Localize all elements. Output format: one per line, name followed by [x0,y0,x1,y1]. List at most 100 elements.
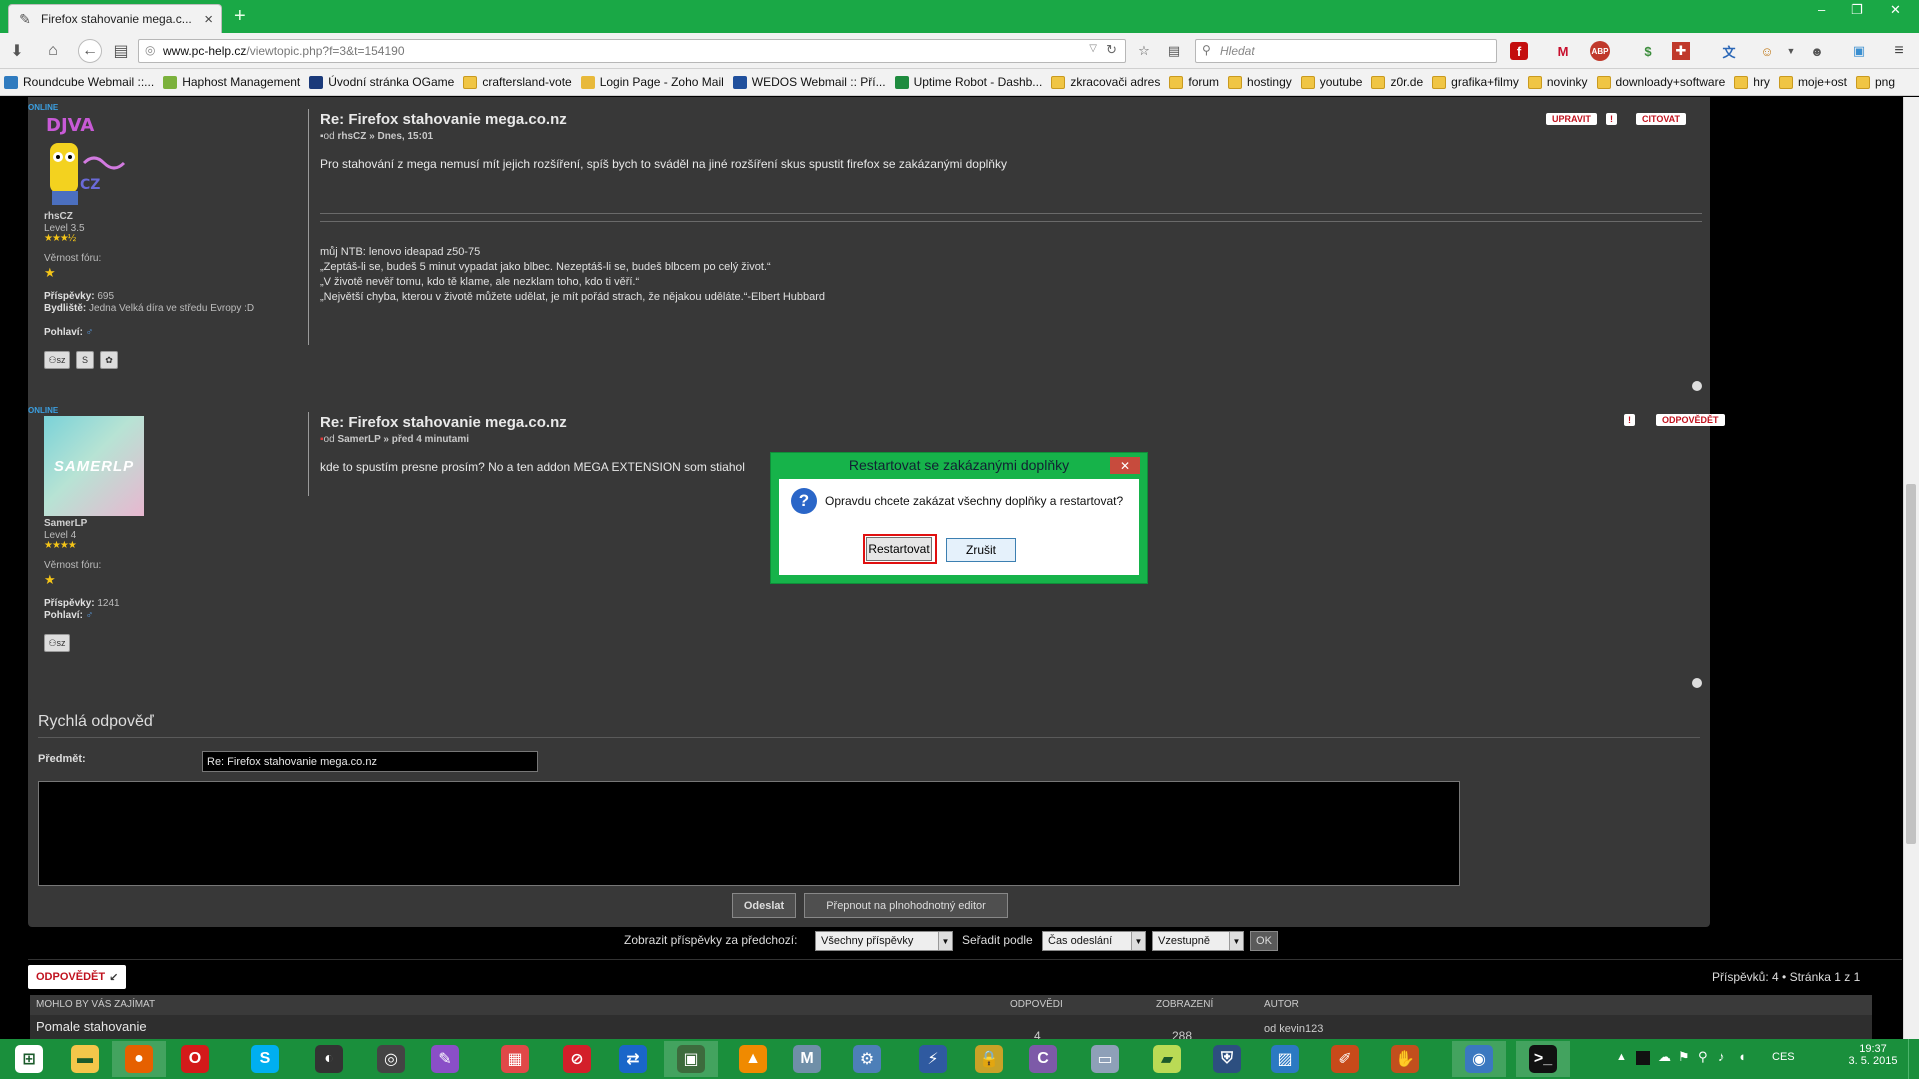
post-title[interactable]: Re: Firefox stahovanie mega.co.nz [320,414,567,431]
reply-topic-button[interactable]: ODPOVĚDĚT ↙ [28,965,127,989]
notification-addon-icon[interactable]: ▣ [1848,40,1870,62]
tray-network-icon[interactable]: ⚲ [1698,1049,1708,1065]
taskbar-app-button[interactable]: ◎ [364,1041,418,1077]
taskbar-app-button[interactable]: ✋ [1378,1041,1432,1077]
report-button[interactable]: ! [1624,414,1635,426]
taskbar-app-button[interactable]: O [168,1041,222,1077]
reader-list-icon[interactable]: ▤ [1163,40,1185,62]
taskbar-app-button[interactable]: ◐ [302,1041,356,1077]
bookmark-item[interactable]: png [1855,75,1895,89]
send-button[interactable]: Odeslat [732,893,796,918]
taskbar-app-button[interactable]: ▭ [1078,1041,1132,1077]
taskbar-app-button[interactable]: ⇄ [606,1041,660,1077]
download-icon[interactable]: ⬇ [4,39,30,63]
search-bar[interactable]: ⚲ Hledat [1195,39,1497,63]
username[interactable]: SamerLP [44,518,87,529]
tab-close-icon[interactable]: × [204,11,213,28]
clipboard-icon[interactable]: ▤ [108,39,134,63]
menu-hamburger-icon[interactable]: ≡ [1888,40,1910,62]
taskbar-app-button[interactable]: 🔒 [962,1041,1016,1077]
related-author[interactable]: od kevin123 [1264,1023,1323,1035]
tray-flag-icon[interactable]: ⚑ [1678,1049,1690,1065]
taskbar-app-button[interactable]: ⊘ [550,1041,604,1077]
bookmark-item[interactable]: Roundcube Webmail ::... [4,75,154,89]
bookmark-star-icon[interactable]: ☆ [1133,40,1155,62]
taskbar-app-button[interactable]: ▦ [488,1041,542,1077]
new-tab-button[interactable]: + [234,5,246,27]
minimize-button[interactable]: – [1818,2,1825,17]
reply-button[interactable]: ODPOVĚDĚT [1656,414,1725,426]
close-window-button[interactable]: ✕ [1890,2,1901,18]
avatar[interactable]: DJVA CZ [44,113,128,207]
post-title[interactable]: Re: Firefox stahovanie mega.co.nz [320,111,567,128]
url-bar[interactable]: ◎ www.pc-help.cz /viewtopic.php?f=3&t=15… [138,39,1126,63]
taskbar-app-button[interactable]: ⛨ [1200,1041,1254,1077]
sort-direction-select[interactable]: Vzestupně ▼ [1152,931,1244,951]
send-pm-button[interactable]: ⚇ sz [44,351,70,369]
edit-button[interactable]: UPRAVIT [1546,113,1597,125]
taskbar-app-button[interactable]: ▣ [664,1041,718,1077]
taskbar-app-button[interactable]: ▬ [58,1041,112,1077]
input-language[interactable]: CES [1772,1051,1795,1063]
tray-cloud-icon[interactable]: ☁ [1658,1049,1671,1065]
bookmark-item[interactable]: WEDOS Webmail :: Pří... [732,75,886,89]
message-textarea[interactable] [38,781,1460,886]
bookmark-item[interactable]: forum [1169,75,1219,89]
taskbar-app-button[interactable]: S [238,1041,292,1077]
sort-ok-button[interactable]: OK [1250,931,1278,951]
sort-by-select[interactable]: Čas odeslání ▼ [1042,931,1146,951]
meta-user[interactable]: rhsCZ [337,131,366,142]
related-topic-link[interactable]: Pomale stahovanie [36,1019,147,1034]
taskbar-app-button[interactable]: ▨ [1258,1041,1312,1077]
taskbar-app-button[interactable]: M [780,1041,834,1077]
scrollbar-thumb[interactable] [1906,484,1916,844]
bookmark-item[interactable]: novinky [1527,75,1588,89]
taskbar-app-button[interactable]: >_ [1516,1041,1570,1077]
gmail-addon-icon[interactable]: M [1552,40,1574,62]
translate-addon-icon[interactable]: 文 [1718,40,1740,62]
dollar-addon-icon[interactable]: $ [1637,40,1659,62]
monkey-addon-icon[interactable]: ☺ [1756,40,1778,62]
avatar[interactable]: SAMERLP [44,416,144,516]
site-identity-icon[interactable]: ◎ [145,43,155,57]
bookmark-item[interactable]: craftersland-vote [463,75,572,89]
home-icon[interactable]: ⌂ [40,39,66,63]
taskbar-app-button[interactable]: ▰ [1140,1041,1194,1077]
bookmark-item[interactable]: Úvodní stránka OGame [309,75,454,89]
bookmark-item[interactable]: hry [1734,75,1770,89]
account-icon[interactable]: ☻ [1806,40,1828,62]
tray-volume-icon[interactable]: ◖ [1738,1049,1746,1064]
cancel-button[interactable]: Zrušit [946,538,1016,562]
taskbar-app-button[interactable]: ✐ [1318,1041,1372,1077]
bookmark-item[interactable]: moje+ost [1778,75,1847,89]
back-icon[interactable]: ← [78,39,102,63]
bookmark-item[interactable]: Uptime Robot - Dashb... [894,75,1042,89]
bookmark-item[interactable]: z0r.de [1371,75,1423,89]
skype-contact-icon[interactable]: S [76,351,94,369]
bookmark-item[interactable]: hostingy [1228,75,1292,89]
taskbar-app-button[interactable]: ⚙ [840,1041,894,1077]
adblock-icon[interactable]: ABP [1590,41,1610,61]
show-posts-select[interactable]: Všechny příspěvky ▼ [815,931,953,951]
username[interactable]: rhsCZ [44,211,73,222]
bookmark-item[interactable]: Login Page - Zoho Mail [580,75,724,89]
dialog-close-button[interactable]: ✕ [1110,457,1140,474]
taskbar-app-button[interactable]: ⚡ [906,1041,960,1077]
show-desktop-button[interactable] [1908,1039,1919,1079]
addon-dropdown-icon[interactable]: ▼ [1780,40,1802,62]
taskbar-app-button[interactable]: ▲ [726,1041,780,1077]
full-editor-button[interactable]: Přepnout na plnohodnotný editor [804,893,1008,918]
bookmark-item[interactable]: zkracovači adres [1051,75,1160,89]
maximize-button[interactable]: ❐ [1851,2,1863,18]
meta-user[interactable]: SamerLP [337,434,380,445]
report-button[interactable]: ! [1606,113,1617,125]
send-pm-button[interactable]: ⚇ sz [44,634,70,652]
taskbar-app-button[interactable]: C [1016,1041,1070,1077]
taskbar-app-button[interactable]: ◉ [1452,1041,1506,1077]
bookmark-item[interactable]: Haphost Management [163,75,300,89]
icq-contact-icon[interactable]: ✿ [100,351,118,369]
quote-button[interactable]: CITOVAT [1636,113,1686,125]
scroll-top-icon[interactable] [1692,678,1702,688]
tray-overflow-icon[interactable]: ▲ [1616,1051,1627,1063]
restart-button[interactable]: Restartovat [866,537,932,561]
